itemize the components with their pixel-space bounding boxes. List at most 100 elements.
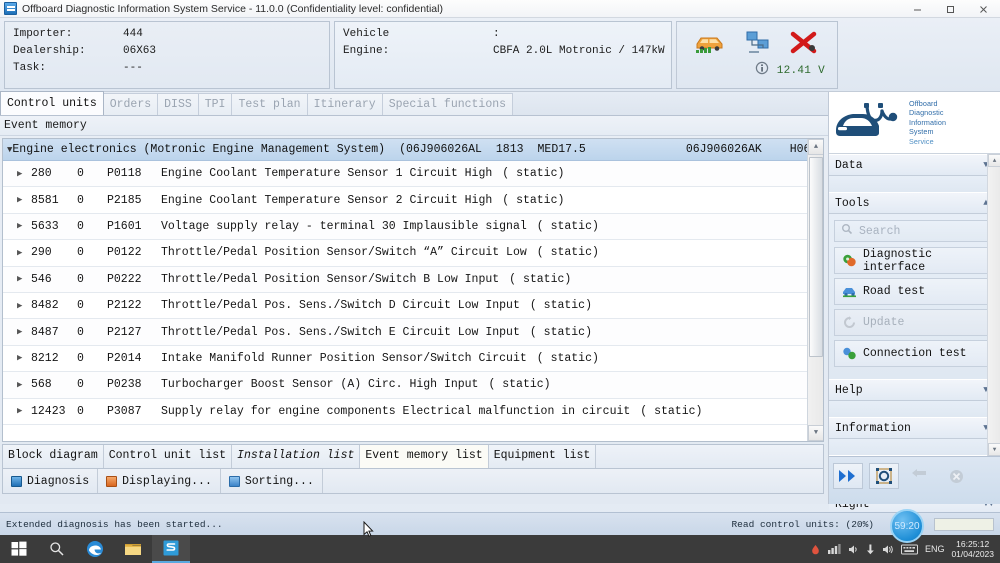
edge-icon[interactable] <box>76 535 114 563</box>
diagnosis-button[interactable]: Diagnosis <box>3 469 99 493</box>
scrollbar-thumb[interactable] <box>809 157 823 357</box>
start-button[interactable] <box>0 535 38 563</box>
scroll-down-button[interactable]: ▼ <box>808 425 823 441</box>
expand-chevron-icon[interactable]: ▶ <box>17 169 31 179</box>
sidebar-section-tools-header[interactable]: Tools ▲▲ <box>829 192 1000 214</box>
table-row[interactable]: ▶ 8482 0 P2122 Throttle/Pedal Pos. Sens./Swi… <box>3 292 807 320</box>
tab-diss[interactable]: DISS <box>157 93 199 115</box>
logo-line-1: Offboard <box>909 98 938 108</box>
select-button[interactable] <box>869 463 899 489</box>
sidebar-section-data: Data ▼▼ <box>829 154 1000 192</box>
diagnostic-interface-label: Diagnostic interface <box>863 247 933 274</box>
engine-label: Engine: <box>343 45 390 57</box>
windows-taskbar: ENG 16:25:12 01/04/2023 <box>0 535 1000 563</box>
bottom-tab-control-unit-list[interactable]: Control unit list <box>103 445 233 468</box>
expand-chevron-icon[interactable]: ▶ <box>17 274 31 284</box>
diagnostic-interface-button[interactable]: Diagnostic interface <box>834 247 995 274</box>
fault-count: 0 <box>77 193 84 207</box>
road-test-button[interactable]: Road test <box>834 278 995 305</box>
table-row[interactable]: ▶ 12423 0 P3087 Supply relay for engine comp… <box>3 398 807 425</box>
table-row[interactable]: ▶ 546 0 P0222 Throttle/Pedal Position Sensor… <box>3 266 807 293</box>
tab-special-functions[interactable]: Special functions <box>381 93 514 115</box>
table-row[interactable]: ▶ 568 0 P0238 Turbocharger Boost Sensor (A) … <box>3 372 807 399</box>
search-input[interactable]: Search <box>834 220 995 242</box>
tab-control-units[interactable]: Control units <box>0 91 104 115</box>
language-indicator[interactable]: ENG <box>925 544 945 554</box>
close-button[interactable] <box>967 0 1000 18</box>
table-row[interactable]: ▶ 290 0 P0122 Throttle/Pedal Position Sensor… <box>3 240 807 267</box>
vehicle-label: Vehicle <box>343 28 390 40</box>
vehicle-status-icon[interactable] <box>691 27 729 59</box>
expand-chevron-icon[interactable]: ▶ <box>17 195 31 205</box>
displaying-button[interactable]: Displaying... <box>98 469 221 493</box>
fault-code: P0238 <box>107 378 142 392</box>
control-unit-group-row[interactable]: ▼ Engine electronics (Motronic Engine Ma… <box>3 139 807 161</box>
scroll-up-button[interactable]: ▲ <box>808 139 823 155</box>
connection-test-icon <box>841 346 857 362</box>
expand-chevron-icon[interactable]: ▶ <box>17 221 31 231</box>
tab-test-plan[interactable]: Test plan <box>231 93 308 115</box>
info-icon[interactable] <box>755 61 769 80</box>
no-connection-icon[interactable] <box>785 27 823 59</box>
bottom-tab-equipment-list[interactable]: Equipment list <box>488 445 597 468</box>
battery-icon[interactable] <box>810 544 821 555</box>
forward-button[interactable] <box>833 463 863 489</box>
expand-chevron-icon[interactable]: ▶ <box>17 327 31 337</box>
odis-application-window: Offboard Diagnostic Information System S… <box>0 0 1000 563</box>
minimize-button[interactable] <box>901 0 934 18</box>
tab-orders[interactable]: Orders <box>102 93 159 115</box>
sorting-button[interactable]: Sorting... <box>221 469 323 493</box>
info-row-vehicle: Vehicle : <box>343 26 663 43</box>
fault-count: 0 <box>77 325 84 339</box>
keyboard-icon[interactable] <box>900 544 918 555</box>
expand-chevron-icon[interactable]: ▶ <box>17 380 31 390</box>
connection-status-panel: 12.41 V <box>676 21 838 89</box>
table-row[interactable]: ▶ 5633 0 P1601 Voltage supply relay - termin… <box>3 213 807 241</box>
bottom-tab-block-diagram[interactable]: Block diagram <box>3 445 104 468</box>
table-row[interactable]: ▶ 280 0 P0118 Engine Coolant Temperature Sen… <box>3 161 807 188</box>
tab-itinerary[interactable]: Itinerary <box>306 93 383 115</box>
maximize-button[interactable] <box>934 0 967 18</box>
sidebar-section-help-header[interactable]: Help ▼▼ <box>829 379 1000 401</box>
sidebar-vertical-scrollbar[interactable]: ▲ ▼ <box>987 154 1000 456</box>
expand-chevron-icon[interactable]: ▶ <box>17 248 31 258</box>
header-info-bar: Importer: 444 Dealership: 06X63 Task: --… <box>0 18 1000 92</box>
importer-label: Importer: <box>13 28 73 40</box>
table-row[interactable]: ▶ 8487 0 P2127 Throttle/Pedal Pos. Sens./Swi… <box>3 319 807 346</box>
explorer-icon[interactable] <box>114 535 152 563</box>
control-unit-part-no: (06J906026AL <box>399 142 482 156</box>
expand-chevron-icon[interactable]: ▶ <box>17 301 31 311</box>
speaker-icon[interactable] <box>882 544 894 555</box>
bottom-tab-installation-list[interactable]: Installation list <box>232 445 361 468</box>
fault-count: 0 <box>77 246 84 260</box>
network-connection-icon[interactable] <box>738 27 776 59</box>
volume-mute-icon[interactable] <box>848 544 859 555</box>
fault-description: Throttle/Pedal Pos. Sens./Switch E Circu… <box>161 325 520 339</box>
fault-id: 8581 <box>31 193 59 207</box>
download-icon[interactable] <box>866 544 875 555</box>
sidebar-section-data-header[interactable]: Data ▼▼ <box>829 154 1000 176</box>
search-icon <box>841 223 853 239</box>
table-row[interactable]: ▶ 8212 0 P2014 Intake Manifold Runner Positi… <box>3 345 807 373</box>
connection-test-button[interactable]: Connection test <box>834 340 995 367</box>
main-body: Control units Orders DISS TPI Test plan … <box>0 91 1000 515</box>
taskbar-date: 01/04/2023 <box>951 549 994 559</box>
odis-icon[interactable] <box>152 535 190 563</box>
list-vertical-scrollbar[interactable]: ▲ ▼ <box>807 139 823 441</box>
sidebar-scroll-up-button[interactable]: ▲ <box>988 154 1000 167</box>
fault-code: P0122 <box>107 246 142 260</box>
sidebar-section-information-header[interactable]: Information ▼▼ <box>829 417 1000 439</box>
table-row[interactable]: ▶ 8581 0 P2185 Engine Coolant Temperature Se… <box>3 187 807 214</box>
network-icon[interactable] <box>827 543 841 555</box>
fault-count: 0 <box>77 167 84 181</box>
event-memory-list-body: ▼ Engine electronics (Motronic Engine Ma… <box>3 139 807 441</box>
tab-tpi[interactable]: TPI <box>197 93 233 115</box>
sidebar-scroll-down-button[interactable]: ▼ <box>988 443 1000 456</box>
search-taskbar-icon[interactable] <box>38 535 76 563</box>
mouse-cursor <box>363 520 374 543</box>
expand-chevron-icon[interactable]: ▶ <box>17 406 31 416</box>
expand-chevron-icon[interactable]: ▶ <box>17 353 31 363</box>
taskbar-clock[interactable]: 16:25:12 01/04/2023 <box>951 539 994 560</box>
fault-description: Voltage supply relay - terminal 30 Impla… <box>161 219 527 233</box>
bottom-tab-event-memory-list[interactable]: Event memory list <box>360 445 489 468</box>
